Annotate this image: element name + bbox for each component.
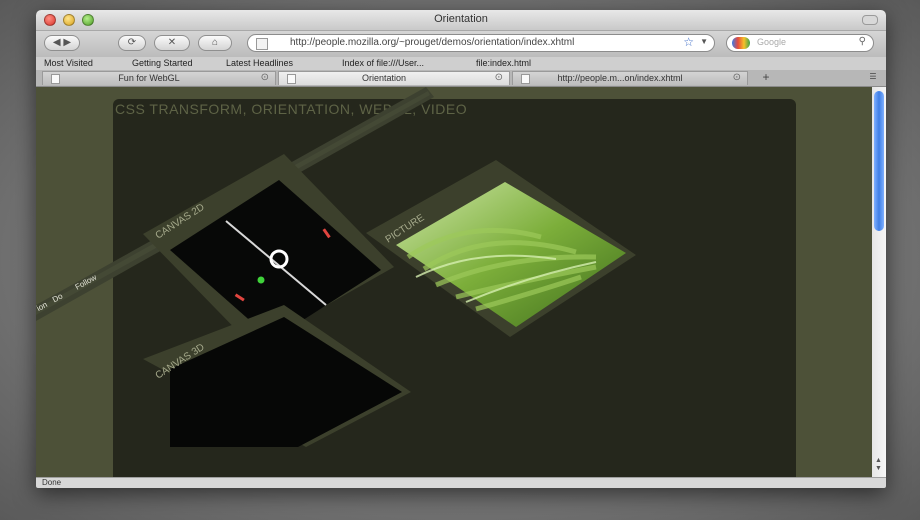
demo-stage: ion Do Follow CANVAS 2D CANVAS 3D PICTUR… <box>36 87 636 447</box>
new-tab-button[interactable]: + <box>756 71 776 85</box>
window-title: Orientation <box>434 13 488 25</box>
home-icon: ⌂ <box>211 37 219 48</box>
tab-fun-for-webgl[interactable]: Fun for WebGL ⊙ <box>42 71 276 85</box>
stop-button[interactable]: ✕ <box>154 35 190 51</box>
browser-window: Orientation ◀ ▶ ⟳ ✕ ⌂ http://people.mozi… <box>36 10 886 488</box>
bookmark-most-visited[interactable]: Most Visited <box>44 58 93 68</box>
bookmark-index-of-file[interactable]: Index of file:///User... <box>342 58 424 68</box>
toolbar-toggle-button[interactable] <box>862 15 878 25</box>
reload-icon: ⟳ <box>127 37 137 48</box>
status-text: Done <box>42 478 62 487</box>
search-box[interactable]: Google ⚲ <box>726 34 874 52</box>
tab-label: Fun for WebGL <box>118 73 180 83</box>
vertical-scrollbar[interactable]: ▲ ▼ <box>872 87 886 477</box>
bookmark-star-icon[interactable]: ☆ <box>683 35 694 49</box>
tab-list-icon[interactable]: ☰ <box>866 72 880 83</box>
scroll-arrows-icon[interactable]: ▲ ▼ <box>875 457 882 473</box>
back-button[interactable]: ◀ ▶ <box>44 35 80 51</box>
page-content: CSS TRANSFORM, ORIENTATION, WEBGL, VIDEO… <box>36 87 872 477</box>
title-bar: Orientation <box>36 10 886 31</box>
home-button[interactable]: ⌂ <box>198 35 232 51</box>
bookmark-latest-headlines[interactable]: Latest Headlines <box>226 58 293 68</box>
tab-close-icon[interactable]: ⊙ <box>261 72 269 83</box>
tab-close-icon[interactable]: ⊙ <box>495 72 503 83</box>
tab-label: Orientation <box>361 73 407 83</box>
green-dot <box>257 276 265 284</box>
bookmarks-toolbar: Most Visited Getting Started Latest Head… <box>36 57 886 70</box>
canvas-3d-card: CANVAS 3D <box>143 305 411 447</box>
scrollbar-thumb[interactable] <box>874 91 884 231</box>
reload-button[interactable]: ⟳ <box>118 35 146 51</box>
picture-card: PICTURE <box>366 160 636 337</box>
back-arrow-icon: ◀ ▶ <box>52 37 72 48</box>
tab-orientation[interactable]: Orientation ⊙ <box>278 71 510 85</box>
search-icon[interactable]: ⚲ <box>859 36 866 47</box>
site-favicon-icon <box>256 38 268 50</box>
bookmark-getting-started[interactable]: Getting Started <box>132 58 193 68</box>
url-dropdown-icon[interactable]: ▼ <box>700 37 708 46</box>
tab-people-mozilla[interactable]: http://people.m...on/index.xhtml ⊙ <box>512 71 748 85</box>
url-text: http://people.mozilla.org/~prouget/demos… <box>290 37 575 48</box>
google-engine-icon[interactable] <box>732 37 750 49</box>
search-placeholder: Google <box>757 37 787 47</box>
status-bar: Done <box>36 477 886 488</box>
tab-label: http://people.m...on/index.xhtml <box>557 73 683 83</box>
stop-icon: ✕ <box>167 37 177 48</box>
url-bar[interactable]: http://people.mozilla.org/~prouget/demos… <box>247 34 715 52</box>
tab-close-icon[interactable]: ⊙ <box>733 72 741 83</box>
navigation-toolbar: ◀ ▶ ⟳ ✕ ⌂ http://people.mozilla.org/~pro… <box>36 31 886 57</box>
tab-strip: Fun for WebGL ⊙ Orientation ⊙ http://peo… <box>36 70 886 87</box>
bookmark-file-index[interactable]: file:index.html <box>476 58 531 68</box>
